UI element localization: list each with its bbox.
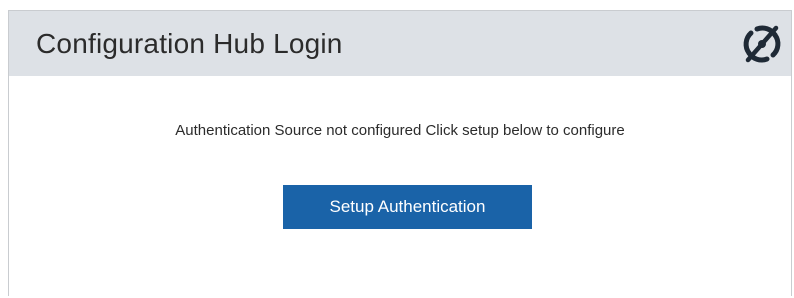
login-panel: Configuration Hub Login Authentication S… — [8, 10, 792, 296]
ge-digital-logo-icon — [743, 25, 781, 63]
page-title: Configuration Hub Login — [36, 27, 343, 59]
panel-header: Configuration Hub Login — [9, 11, 791, 76]
setup-authentication-button[interactable]: Setup Authentication — [283, 185, 532, 229]
status-message: Authentication Source not configured Cli… — [175, 122, 625, 139]
